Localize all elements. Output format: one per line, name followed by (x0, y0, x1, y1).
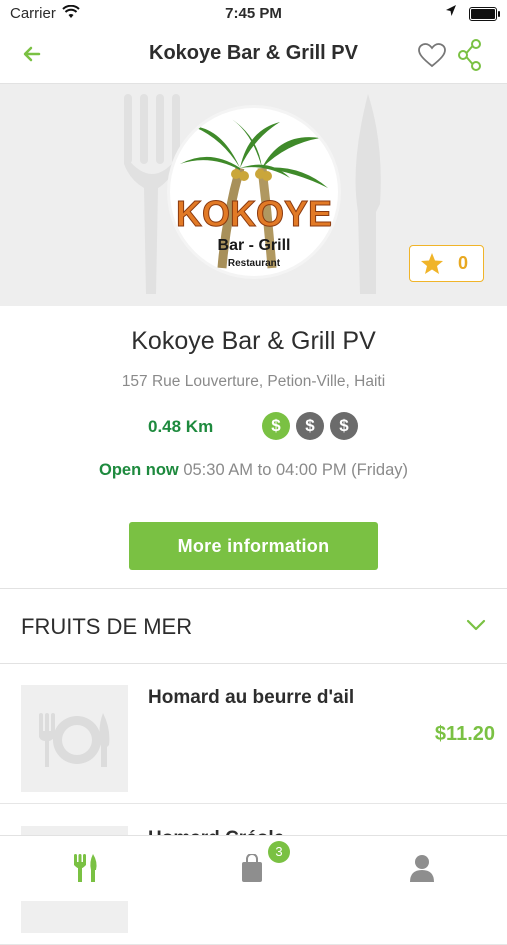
share-icon[interactable] (457, 39, 483, 76)
menu-item-name: Homard au beurre d'ail (148, 687, 355, 708)
cart-count-badge: 3 (268, 841, 290, 863)
svg-text:Bar - Grill: Bar - Grill (218, 237, 291, 254)
opening-hours: Open now 05:30 AM to 04:00 PM (Friday) (0, 461, 507, 480)
price-level-indicator-3: $ (330, 412, 358, 440)
restaurant-logo: KOKOYE Bar - Grill Restaurant (170, 108, 338, 276)
bottom-tab-bar: 3 (0, 835, 507, 901)
hours-text: 05:30 AM to 04:00 PM (Friday) (183, 461, 409, 479)
open-status: Open now (98, 461, 179, 479)
user-profile-icon (410, 855, 434, 882)
location-arrow-icon (445, 4, 457, 22)
status-bar: Carrier 7:45 PM (0, 0, 507, 28)
chevron-down-icon[interactable] (466, 618, 486, 636)
more-information-button[interactable]: More information (129, 522, 378, 570)
rating-count: 0 (458, 253, 469, 273)
tab-cart[interactable] (169, 836, 338, 901)
menu-category-header[interactable]: FRUITS DE MER (0, 588, 507, 664)
shopping-bag-icon (242, 854, 262, 882)
battery-icon (469, 7, 500, 21)
svg-text:Restaurant: Restaurant (228, 258, 281, 269)
dish-placeholder-image (21, 685, 128, 792)
plate-cutlery-icon (39, 713, 110, 767)
tab-profile[interactable] (338, 836, 507, 901)
menu-item[interactable]: Homard au beurre d'ail $11.20 (0, 663, 507, 804)
fork-knife-icon (74, 854, 97, 882)
restaurant-name: Kokoye Bar & Grill PV (131, 327, 376, 355)
star-icon (420, 252, 444, 280)
favorite-heart-icon[interactable] (417, 42, 447, 73)
rating-button[interactable]: 0 (409, 245, 484, 282)
price-level-indicator-2: $ (296, 412, 324, 440)
restaurant-address: 157 Rue Louverture, Petion-Ville, Haiti (121, 373, 386, 390)
price-level-indicator-1: $ (262, 412, 290, 440)
category-title: FRUITS DE MER (21, 614, 193, 639)
restaurant-banner: KOKOYE Bar - Grill Restaurant 0 (0, 84, 507, 306)
distance-label: 0.48 Km (148, 417, 214, 436)
menu-item-price: $11.20 (434, 723, 495, 745)
clock: 7:45 PM (225, 5, 282, 22)
svg-text:KOKOYE: KOKOYE (176, 193, 332, 234)
nav-bar: Kokoye Bar & Grill PV (0, 28, 507, 84)
tab-restaurants[interactable] (0, 836, 169, 901)
